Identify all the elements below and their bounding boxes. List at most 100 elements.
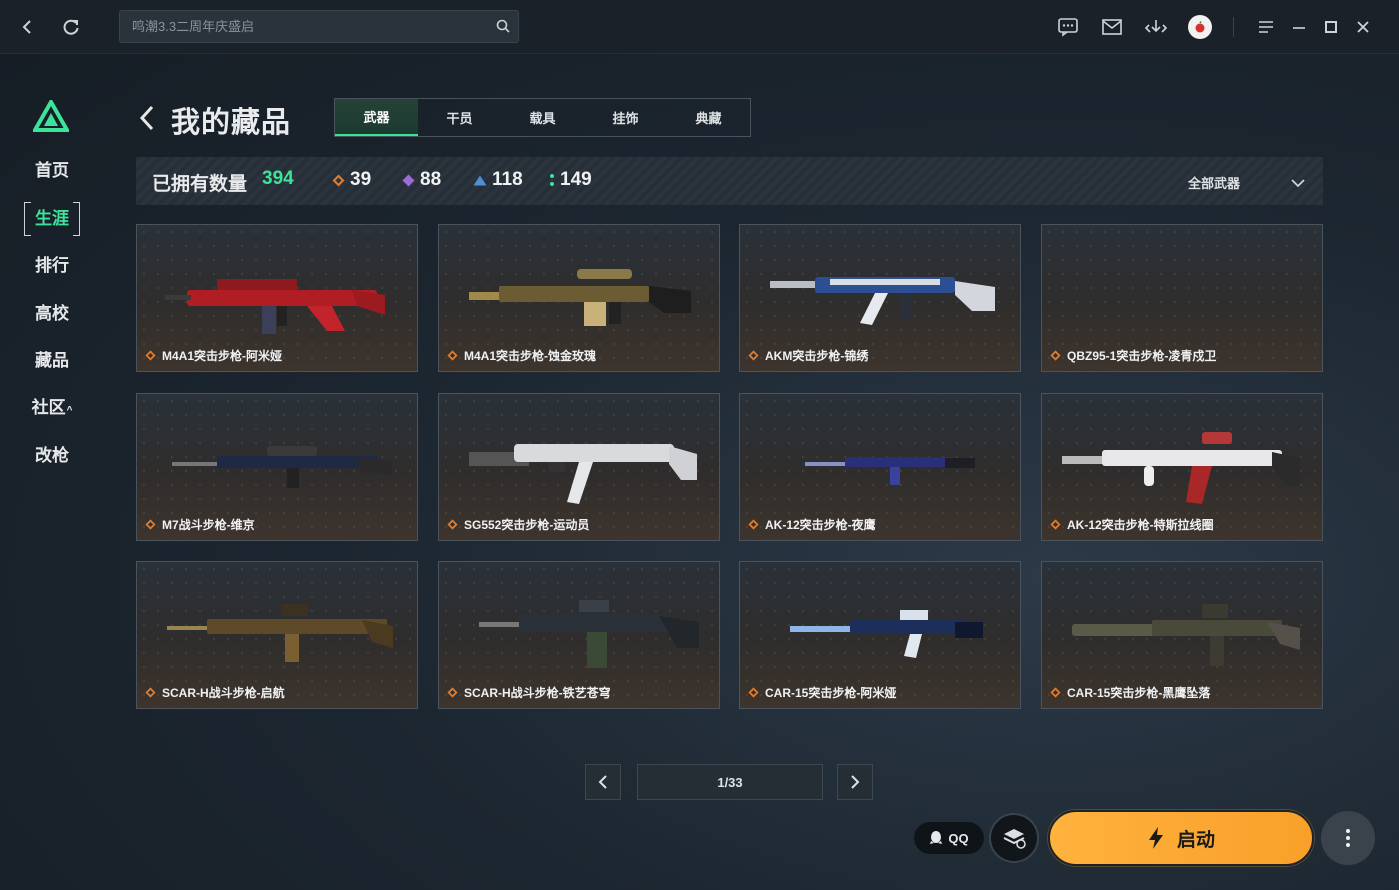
launch-game-button[interactable]: 启动 [1048,810,1314,866]
next-page-button[interactable] [837,764,873,800]
weapon-image [479,600,699,668]
weapon-card[interactable]: M4A1突击步枪-蚀金玫瑰 [438,224,720,372]
owned-count-value: 394 [262,168,294,189]
tab-charms[interactable]: 挂饰 [584,99,667,136]
page-back-icon[interactable] [138,104,156,137]
sidebar-item-collection[interactable]: 藏品 [24,346,80,376]
refresh-icon[interactable] [58,14,84,40]
close-icon[interactable] [1350,14,1376,40]
more-options-button[interactable] [1321,811,1375,865]
download-icon[interactable] [1143,14,1169,40]
sidebar-item-community[interactable]: 社区^ [24,393,80,423]
sidebar-item-label: 排行 [35,256,69,275]
weapon-name-text: AKM突击步枪-锦绣 [765,349,869,363]
qq-login-button[interactable]: QQ [914,822,984,854]
tab-vehicles[interactable]: 载具 [501,99,584,136]
weapon-image [1062,432,1300,504]
weapon-image [770,277,995,325]
sidebar-item-label: 高校 [35,304,69,323]
prev-page-button[interactable] [585,764,621,800]
diamond-gold-icon [1050,350,1061,361]
weapon-image [469,269,691,326]
sidebar-item-career[interactable]: 生涯 [24,202,80,236]
diamond-gold-icon [332,174,345,186]
weapon-card[interactable]: M4A1突击步枪-阿米娅 [136,224,418,372]
sidebar-item-label: 首页 [35,161,69,180]
diamond-gold-icon [748,687,759,698]
weapon-card[interactable]: M7战斗步枪-维京 [136,393,418,541]
dots-green-icon [550,174,554,186]
chevron-right-icon [851,775,860,789]
weapon-card[interactable]: SCAR-H战斗步枪-铁艺苍穹 [438,561,720,709]
tab-operators[interactable]: 干员 [418,99,501,136]
weapon-filter-dropdown[interactable]: 全部武器 [1188,173,1240,192]
sidebar-item-label: 社区 [31,398,66,417]
triangle-blue-icon [473,175,487,185]
mail-icon[interactable] [1099,14,1125,40]
chat-icon[interactable] [1055,14,1081,40]
collection-stats: 已拥有数量 394 39 88 118 149 全部武器 [136,157,1323,205]
weapon-name: CAR-15突击步枪-阿米娅 [748,684,896,701]
weapon-name: M7战斗步枪-维京 [145,516,255,533]
weapon-card[interactable]: SCAR-H战斗步枪-启航 [136,561,418,709]
weapon-name: AKM突击步枪-锦绣 [748,347,868,364]
weapon-card[interactable]: QBZ95-1突击步枪-凌青戍卫 [1041,224,1323,372]
weapon-name: AK-12突击步枪-夜鹰 [748,516,876,533]
rarity-purple-count: 88 [402,169,441,191]
chevron-down-icon[interactable] [1290,175,1306,193]
sidebar-item-label: 改枪 [35,446,69,465]
avatar[interactable] [1187,14,1213,40]
rarity-count: 149 [560,169,592,190]
weapon-card[interactable]: SG552突击步枪-运动员 [438,393,720,541]
weapon-image [805,457,975,485]
diamond-purple-icon [402,174,415,186]
sidebar-item-college[interactable]: 高校 [24,299,80,329]
layers-icon [1003,829,1026,849]
diamond-gold-icon [145,687,156,698]
chevron-left-icon [598,775,607,789]
search-icon[interactable] [496,19,510,38]
qq-icon [930,831,943,844]
sidebar-item-home[interactable]: 首页 [24,156,80,186]
maximize-icon[interactable] [1318,14,1344,40]
weapon-name-text: SG552突击步枪-运动员 [464,518,590,532]
weapon-name: SG552突击步枪-运动员 [447,516,589,533]
diamond-gold-icon [145,350,156,361]
weapon-name: CAR-15突击步枪-黑鹰坠落 [1050,684,1210,701]
rarity-gold-count: 39 [332,169,371,191]
weapon-name-text: CAR-15突击步枪-阿米娅 [765,686,897,700]
weapon-image [790,610,983,658]
tab-archive[interactable]: 典藏 [667,99,750,136]
game-layers-button[interactable] [989,813,1039,863]
search-input[interactable] [120,11,490,42]
category-tabs: 武器 干员 载具 挂饰 典藏 [334,98,751,137]
rarity-green-count: 149 [549,169,592,191]
weapon-card[interactable]: AKM突击步枪-锦绣 [739,224,1021,372]
weapon-name-text: M7战斗步枪-维京 [162,518,255,532]
weapon-name-text: CAR-15突击步枪-黑鹰坠落 [1067,686,1211,700]
weapon-card[interactable]: CAR-15突击步枪-阿米娅 [739,561,1021,709]
menu-icon[interactable] [1253,14,1279,40]
back-icon[interactable] [14,14,40,40]
search-bar[interactable] [119,10,519,43]
weapon-name: AK-12突击步枪-特斯拉线圈 [1050,516,1214,533]
sidebar-item-ranking[interactable]: 排行 [24,251,80,281]
diamond-gold-icon [447,519,458,530]
tab-weapons[interactable]: 武器 [335,99,418,136]
weapon-name-text: M4A1突击步枪-蚀金玫瑰 [464,349,597,363]
weapon-card[interactable]: AK-12突击步枪-夜鹰 [739,393,1021,541]
sidebar-item-label: 藏品 [35,351,69,370]
weapon-image [167,604,393,662]
weapon-image [165,279,385,334]
page-title: 我的藏品 [171,107,292,139]
rarity-count: 88 [420,169,442,190]
weapon-name-text: M4A1突击步枪-阿米娅 [162,349,283,363]
weapon-card[interactable]: AK-12突击步枪-特斯拉线圈 [1041,393,1323,541]
title-bar [0,0,1399,54]
weapon-name: SCAR-H战斗步枪-铁艺苍穹 [447,684,611,701]
minimize-icon[interactable] [1286,14,1312,40]
sidebar-item-gunsmith[interactable]: 改枪 [24,441,80,471]
qq-label: QQ [948,830,969,846]
weapon-card[interactable]: CAR-15突击步枪-黑鹰坠落 [1041,561,1323,709]
launch-label: 启动 [1176,829,1215,851]
